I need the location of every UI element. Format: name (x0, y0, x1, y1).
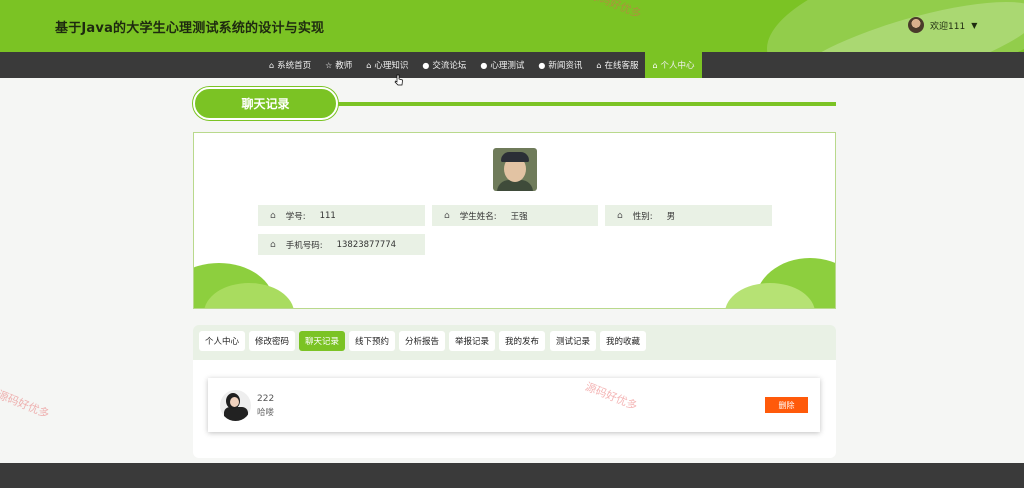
nav-item-forum[interactable]: ● 交流论坛 (415, 52, 473, 78)
tab-chat-records[interactable]: 聊天记录 (299, 331, 346, 351)
nav-item-knowledge[interactable]: ⌂ 心理知识 (359, 52, 415, 78)
site-header: 基于Java的大学生心理测试系统的设计与实现 欢迎111 ▼ (0, 0, 1024, 52)
user-avatar (908, 17, 924, 33)
chat-message: 哈喽 (257, 408, 275, 418)
nav-items: ⌂ 系统首页 ☆ 教师 ⌂ 心理知识 ● 交流论坛 ● 心理测试 ● 新闻资讯 … (262, 52, 702, 78)
tab-change-password[interactable]: 修改密码 (249, 331, 296, 351)
tab-my-favorites[interactable]: 我的收藏 (600, 331, 647, 351)
watermark: 源码好优多 (0, 388, 52, 421)
nav-item-label: 教师 (335, 61, 353, 71)
nav-item-news[interactable]: ● 新闻资讯 (531, 52, 589, 78)
nav-item-home[interactable]: ⌂ 系统首页 (262, 52, 318, 78)
home-icon: ⌂ (617, 210, 623, 221)
delete-button[interactable]: 删除 (765, 397, 808, 413)
nav-item-test[interactable]: ● 心理测试 (473, 52, 531, 78)
nav-item-label: 心理知识 (374, 61, 409, 71)
avatar (220, 390, 251, 421)
profile-photo (493, 148, 537, 191)
field-gender: ⌂ 性别: 男 (605, 205, 772, 226)
tab-test-records[interactable]: 测试记录 (550, 331, 597, 351)
tab-analysis-report[interactable]: 分析报告 (399, 331, 446, 351)
site-footer (0, 463, 1024, 488)
home-icon: ⌂ (270, 210, 276, 221)
list-item[interactable]: 222 哈喽 删除 (208, 378, 820, 432)
home-icon: ⌂ (269, 60, 275, 70)
home-icon: ⌂ (596, 60, 602, 70)
mouse-cursor-icon (394, 74, 403, 86)
nav-item-teacher[interactable]: ☆ 教师 (318, 52, 359, 78)
chat-list: 222 哈喽 删除 (193, 360, 836, 458)
nav-item-label: 个人中心 (660, 61, 695, 71)
main-nav: ⌂ 系统首页 ☆ 教师 ⌂ 心理知识 ● 交流论坛 ● 心理测试 ● 新闻资讯 … (0, 52, 1024, 78)
home-icon: ⌂ (444, 210, 450, 221)
tab-personal-center[interactable]: 个人中心 (199, 331, 246, 351)
home-icon: ⌂ (270, 239, 276, 250)
field-student-name: ⌂ 学生姓名: 王强 (432, 205, 598, 226)
personal-tabs: 个人中心 修改密码 聊天记录 线下预约 分析报告 举报记录 我的发布 测试记录 … (193, 325, 836, 360)
info-icon: ● (422, 60, 430, 70)
question-icon: ● (480, 60, 488, 70)
nav-item-label: 系统首页 (277, 61, 312, 71)
nav-item-label: 新闻资讯 (548, 61, 583, 71)
field-phone: ⌂ 手机号码: 13823877774 (258, 234, 425, 255)
field-student-id: ⌂ 学号: 111 (258, 205, 425, 226)
tab-offline-appointment[interactable]: 线下预约 (349, 331, 396, 351)
user-menu[interactable]: 欢迎111 ▼ (908, 17, 977, 33)
section-title: 聊天记录 (193, 87, 338, 120)
nav-item-personal-center[interactable]: ⌂ 个人中心 (645, 52, 702, 78)
nav-item-label: 心理测试 (490, 61, 525, 71)
site-title: 基于Java的大学生心理测试系统的设计与实现 (55, 21, 325, 36)
bag-icon: ⌂ (366, 60, 372, 70)
info-icon: ● (538, 60, 546, 70)
star-icon: ☆ (325, 60, 333, 70)
nav-item-service[interactable]: ⌂ 在线客服 (589, 52, 645, 78)
chat-sender-name: 222 (257, 394, 275, 404)
nav-item-label: 在线客服 (604, 61, 639, 71)
caret-down-icon: ▼ (971, 20, 978, 30)
nav-item-label: 交流论坛 (432, 61, 467, 71)
section-divider (300, 102, 836, 106)
tab-report-records[interactable]: 举报记录 (449, 331, 496, 351)
welcome-text: 欢迎111 (930, 21, 966, 32)
tab-my-posts[interactable]: 我的发布 (499, 331, 546, 351)
profile-card: ⌂ 学号: 111 ⌂ 学生姓名: 王强 ⌂ 性别: 男 ⌂ 手机号码: 138… (193, 132, 836, 309)
home-icon: ⌂ (652, 60, 658, 70)
